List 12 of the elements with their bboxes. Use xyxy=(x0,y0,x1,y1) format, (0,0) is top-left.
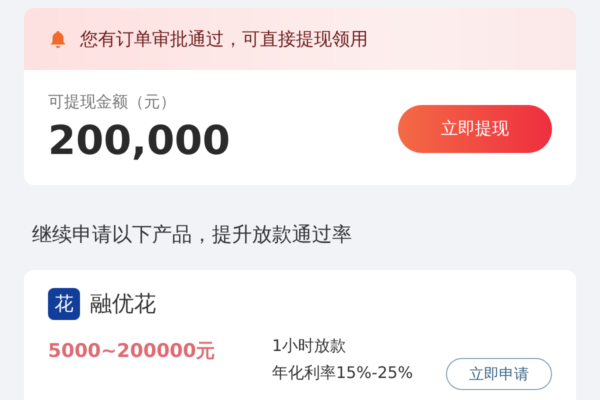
product-feature: 年化利率15%-25% xyxy=(272,363,414,384)
amount-value: 200,000 xyxy=(48,117,230,165)
section-title: 继续申请以下产品，提升放款通过率 xyxy=(31,221,353,248)
withdraw-button[interactable]: 立即提现 xyxy=(398,104,552,152)
bell-icon xyxy=(48,29,68,49)
notice-text: 您有订单审批通过，可直接提现领用 xyxy=(80,28,368,51)
product-feature: 1小时放款 xyxy=(272,336,348,357)
product-logo: 花 xyxy=(48,288,80,320)
amount-label: 可提现金额（元） xyxy=(48,92,177,113)
loan-range: 5000~200000元 xyxy=(48,339,216,364)
apply-button[interactable]: 立即申请 xyxy=(446,358,552,390)
product-name: 融优花 xyxy=(90,291,156,319)
